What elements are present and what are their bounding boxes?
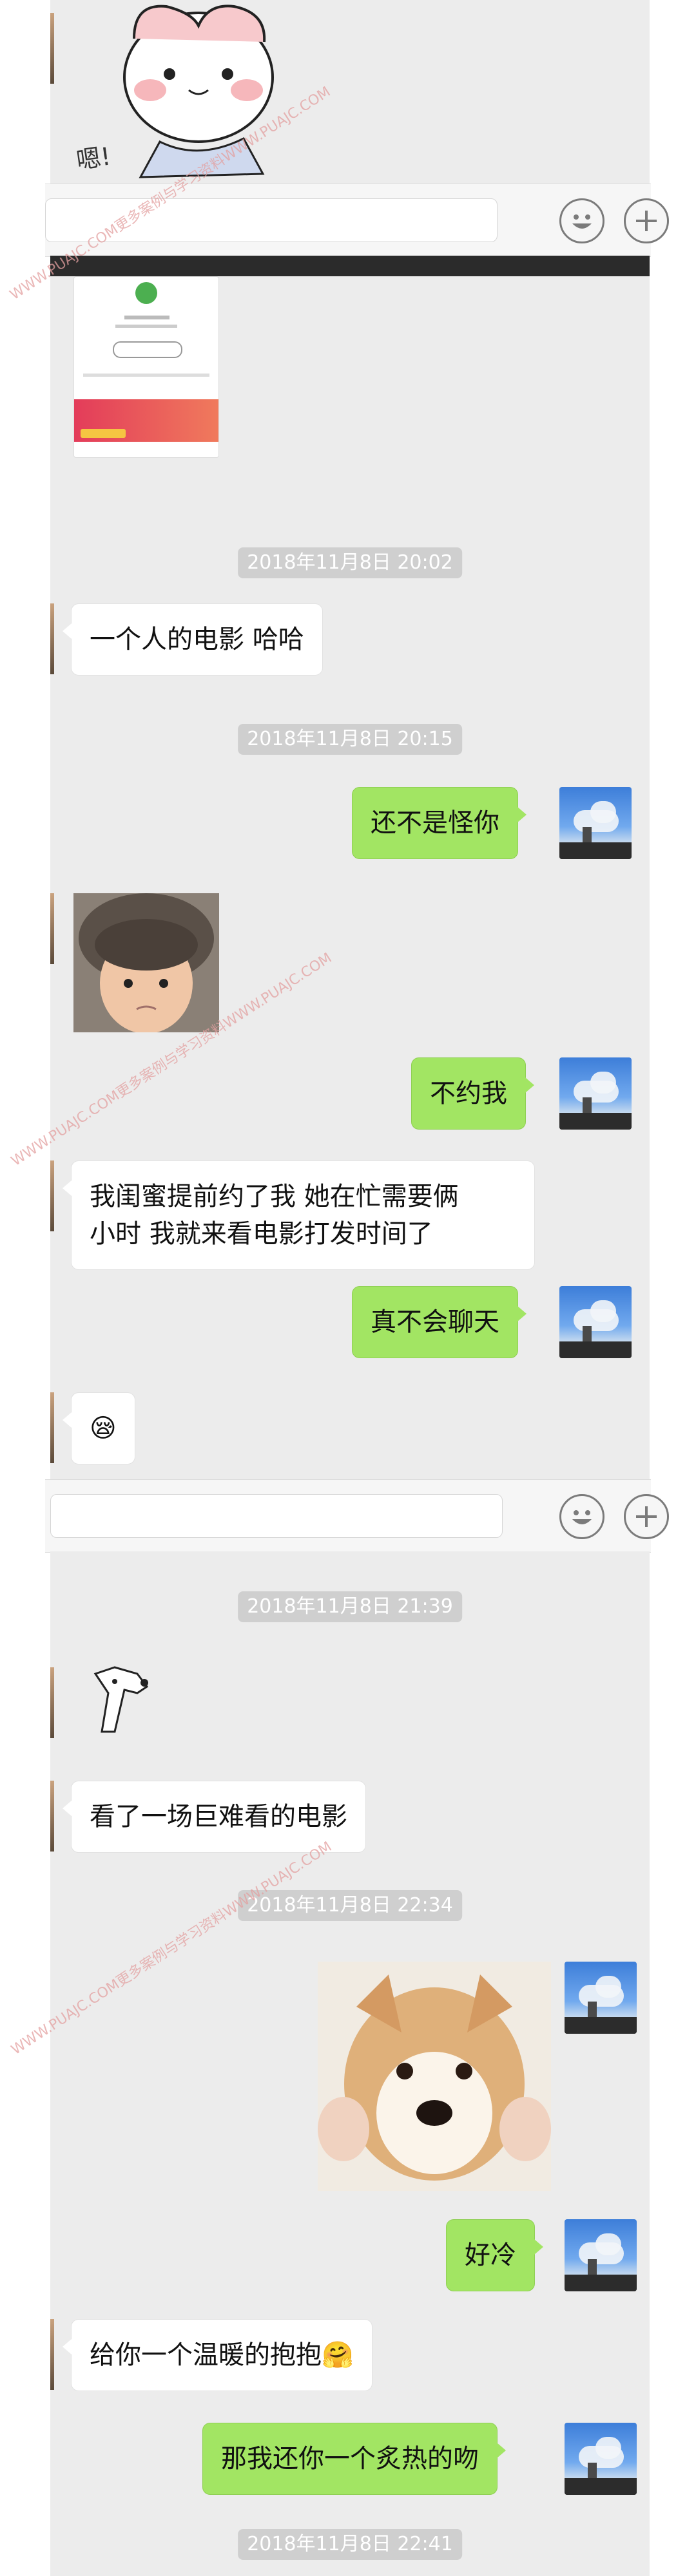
dark-header-bar [50,256,650,276]
message-line: 我闺蜜提前约了我 她在忙需要俩 [90,1182,459,1211]
message-bubble-outgoing[interactable]: 不约我 [411,1057,534,1130]
chat-input-bar [45,1479,669,1553]
emoji-button[interactable] [559,198,604,243]
more-plus-button[interactable] [624,1494,669,1539]
my-avatar[interactable] [565,2219,637,2291]
plus-circle-icon [636,211,657,231]
plus-circle-icon [636,1506,657,1527]
my-avatar[interactable] [559,1286,632,1358]
message-bubble-incoming[interactable]: 给你一个温暖的抱抱🤗 [63,2319,372,2391]
chat-strip-main: 2018年11月8日 20:02 一个人的电影 哈哈 2018年11月8日 20… [50,256,650,1479]
contact-avatar[interactable] [50,1781,54,1852]
message-bubble-incoming[interactable]: 我闺蜜提前约了我 她在忙需要俩 小时 我就来看电影打发时间了 [63,1160,535,1270]
smiley-face-icon [572,1510,592,1524]
screenshot-image-message[interactable] [73,276,219,458]
placeholder-line [124,316,169,319]
my-avatar[interactable] [559,1057,632,1130]
more-plus-button[interactable] [624,198,669,243]
emoji-button[interactable] [559,1494,604,1539]
banner-button [81,429,126,438]
shiba-photo-sticker[interactable] [318,1962,551,2191]
contact-avatar[interactable] [50,1667,54,1738]
contact-avatar[interactable] [50,1160,54,1231]
message-line: 小时 我就来看电影打发时间了 [90,1219,433,1249]
my-avatar[interactable] [565,2423,637,2495]
check-success-icon [135,282,157,304]
contact-avatar[interactable] [50,13,54,84]
contact-avatar[interactable] [50,893,54,964]
timestamp: 2018年11月8日 22:34 [238,1890,462,1921]
chat-strip-lower: 2018年11月8日 21:39 看了一场巨难看的电影 2018年11月8日 2… [50,1551,650,2576]
smiley-face-icon [572,214,592,229]
timestamp: 2018年11月8日 21:39 [238,1591,462,1622]
my-avatar[interactable] [565,1962,637,2034]
timestamp: 2018年11月8日 20:15 [238,724,462,755]
message-bubble-outgoing[interactable]: 那我还你一个炙热的吻 [202,2423,506,2495]
message-bubble-outgoing[interactable]: 还不是怪你 [352,787,527,859]
contact-avatar[interactable] [50,1392,54,1463]
message-input[interactable] [50,1494,503,1538]
hug-emoji: 🤗 [322,2340,354,2370]
placeholder-button [113,341,182,358]
sticker-caption: 嗯! [74,142,113,175]
message-bubble-outgoing[interactable]: 好冷 [446,2219,543,2291]
bunny-sticker[interactable] [95,0,308,184]
message-bubble-outgoing[interactable]: 真不会聊天 [352,1286,527,1358]
placeholder-line [115,325,177,328]
placeholder-line [83,374,209,377]
message-text: 给你一个温暖的抱抱 [90,2340,322,2370]
contact-avatar[interactable] [50,603,54,674]
dog-doodle-sticker[interactable] [76,1661,160,1738]
chat-strip-top: 嗯! [50,0,650,184]
message-bubble-incoming[interactable]: 😪 [63,1392,135,1464]
my-avatar[interactable] [559,787,632,859]
timestamp: 2018年11月8日 20:02 [238,547,462,578]
timestamp: 2018年11月8日 22:41 [238,2529,462,2560]
contact-avatar[interactable] [50,2319,54,2390]
baby-face-sticker[interactable] [73,893,219,1032]
message-bubble-incoming[interactable]: 一个人的电影 哈哈 [63,603,323,676]
